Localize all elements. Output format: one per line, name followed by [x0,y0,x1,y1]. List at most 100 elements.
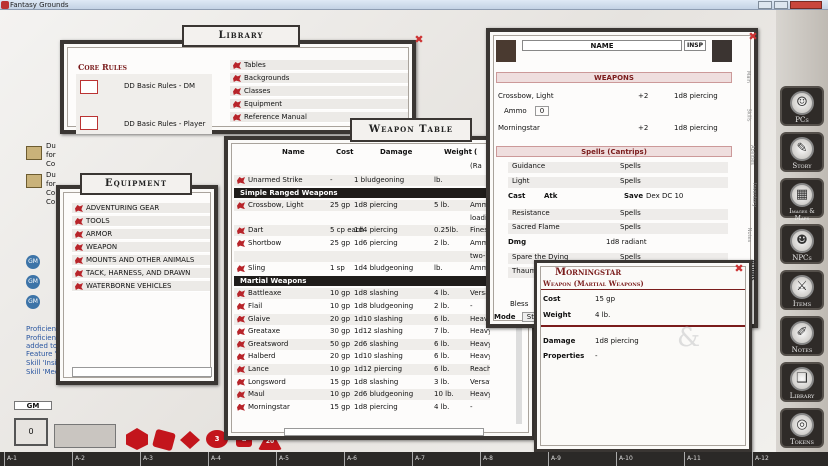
weapon-table-filter-field[interactable] [284,428,484,436]
weapon-table-row[interactable]: Maul 10 gp2d6 bludgeoning 10 lb. Heavy, two… [234,389,490,401]
weapon-table-row[interactable]: Battleaxe10 gp1d8 slashing4 lb.Versatile [234,288,490,300]
spells-section-label: Spells (Cantrips) [581,148,647,156]
dragon-icon [75,270,83,277]
name-field[interactable]: NAME [522,40,682,51]
grid-column-label: A-4 [208,452,221,466]
sidebar-story-button[interactable]: ✎ Story [780,132,824,172]
equipment-item-tools[interactable]: TOOLS [72,216,210,227]
library-module[interactable]: DD Basic Rules - DM [124,82,195,90]
sidebar-label: NPCs [792,254,812,262]
cell-weight: 6 lb. [434,339,450,348]
weapon-table-row[interactable]: two-han [234,250,490,262]
grid-column-label: A-2 [72,452,85,466]
equipment-item-tack[interactable]: TACK, HARNESS, AND DRAWN VEHICL [72,268,210,288]
cell-cost: 10 gp [330,390,351,399]
cell-damage: 1d6 piercing [354,239,398,247]
maximize-button[interactable] [774,1,788,9]
tab-abilities[interactable]: Abilities [749,145,755,165]
weapon-table-row[interactable]: Halberd 20 gp1d10 slashing 6 lb. Heavy, rea… [234,351,490,362]
sidebar-npcs-button[interactable]: ☻ NPCs [780,224,824,264]
portrait-right[interactable] [712,40,732,62]
tab-inventory[interactable]: Inventory [751,183,757,207]
equipment-item-weapon[interactable]: WEAPON [72,242,210,253]
weapon-table-row[interactable]: Greatsword 50 gp2d6 slashing 6 lb. Heavy, t… [234,338,490,350]
equipment-item-armor[interactable]: ARMOR [72,229,210,240]
library-close-icon[interactable]: ✖ [414,34,424,45]
weapon-row[interactable]: Morningstar +2 1d8 piercing [496,122,732,134]
equipment-item-adventuring-gear[interactable]: ADVENTURING GEAR [72,203,210,214]
d6-die[interactable] [152,428,176,452]
equipment-item-mounts[interactable]: MOUNTS AND OTHER ANIMALS [72,255,210,266]
sidebar-tokens-button[interactable]: ◎ Tokens [780,408,824,448]
spell-group: Spells [620,162,641,170]
gm-identity-label[interactable]: GM [14,401,52,410]
spell-row[interactable]: Sacred Flame Spells [508,223,728,234]
chat-footer-line: Proficien [26,325,57,333]
insp-field[interactable]: INSP [684,40,706,51]
sidebar-library-button[interactable]: ❑ Library [780,362,824,402]
spell-row[interactable]: Resistance Spells [508,209,728,220]
atk-label[interactable]: Atk [544,192,557,200]
sidebar-images-button[interactable]: ▦ Images & Maps [780,178,824,222]
d4-die[interactable] [126,428,148,450]
equipment-item-label: ADVENTURING GEAR [86,204,160,212]
weapon-table-row[interactable]: Dart5 cp each1d4 piercing0.25lb.Finesse [234,225,490,237]
dragon-icon [237,290,245,298]
library-item-label: Backgrounds [244,74,290,82]
cast-label[interactable]: Cast [508,192,525,200]
equipment-item-waterborne[interactable]: WATERBORNE VEHICLES [72,281,210,292]
weapon-table-row[interactable]: Crossbow, Light25 gp1d8 piercing5 lb.Amm… [234,200,490,212]
weapon-table-row[interactable]: Morningstar 15 gp 1d8 piercing 4 lb. - [234,402,490,413]
tab-main[interactable]: Main [745,71,751,83]
dragon-icon [237,265,245,273]
library-module[interactable]: DD Basic Rules - Player [124,120,205,128]
sidebar-pcs-button[interactable]: ☺ PCs [780,86,824,126]
col-cost: Cost [336,148,354,156]
right-sidebar: ☺ PCs ✎ Story ▦ Images & Maps ☻ NPCs ⚔ Items … [776,10,828,452]
dmg-label[interactable]: Dmg [508,238,526,246]
dragon-icon [237,403,245,411]
library-item-tables[interactable]: Tables [230,60,408,71]
cell-damage: 1d4 bludgeoning [354,264,414,273]
weapon-table-row[interactable]: Lance 10 gp1d12 piercing 6 lb. Reach, speci… [234,364,490,375]
weapon-table-row[interactable]: Shortbow25 gp1d6 piercing2 lb.Ammun [234,238,490,249]
portrait-left[interactable] [496,40,516,62]
sidebar-items-button[interactable]: ⚔ Items [780,270,824,310]
weapon-table-row[interactable]: Unarmed Strike - 1 bludgeoning lb. [234,175,490,186]
weapon-table-row[interactable]: Glaive20 gp1d10 slashing6 lb.Heavy, r [234,313,490,325]
spell-row[interactable]: Guidance Spells [508,162,728,173]
library-item-equipment[interactable]: Equipment [230,99,408,110]
weapon-table-row[interactable]: Sling1 sp1d4 bludgeoninglb.Ammun [234,263,490,274]
cell-name: Flail [248,302,263,310]
item-properties-value: - [595,352,598,360]
charsheet-close-icon[interactable]: ✖ [748,31,758,42]
dice-counter[interactable]: 0 [14,418,48,446]
chat-line: Du [46,142,56,150]
d8-die[interactable] [180,431,200,449]
save-label[interactable]: Save [624,192,643,200]
cell-weight: 3 lb. [434,377,450,386]
library-item-backgrounds[interactable]: Backgrounds [230,73,408,84]
sidebar-notes-button[interactable]: ✐ Notes [780,316,824,356]
dice-modifier-grid[interactable] [54,424,116,448]
weapon-table-row[interactable]: Flail 10 gp 1d8 bludgeoning 2 lb. - [234,301,490,312]
library-item-classes[interactable]: Classes [230,86,408,97]
weapon-table-row[interactable]: Longsword 15 gp1d8 slashing 3 lb. Versatile… [234,377,490,388]
minimize-button[interactable] [758,1,772,9]
close-window-button[interactable] [790,1,822,9]
dragon-icon [237,202,245,210]
tab-notes[interactable]: Notes [746,228,752,242]
item-close-icon[interactable]: ✖ [734,263,744,274]
weapon-table-row[interactable]: Greataxe30 gp1d12 slashing7 lb.Heavy, tw [234,326,490,337]
spell-row[interactable]: Light Spells [508,177,728,188]
weapon-table-row[interactable]: loading [234,213,490,224]
weapon-row[interactable]: Crossbow, Light +2 1d8 piercing [496,90,732,102]
grid-column-label: A-7 [412,452,425,466]
spell-group: Spells [620,177,641,185]
library-icon: ❑ [790,367,814,391]
tab-skills[interactable]: Skills [745,109,751,122]
d10-face: 3 [214,435,220,443]
cell-weight: 5 lb. [434,201,450,210]
ammo-value[interactable]: 0 [534,106,549,116]
equipment-filter-field[interactable] [72,367,212,377]
